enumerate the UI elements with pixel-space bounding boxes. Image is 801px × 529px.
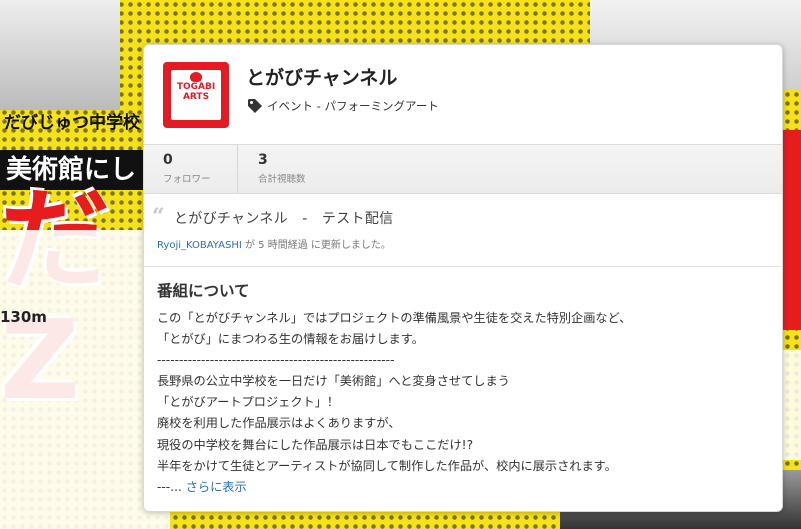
followers-stat[interactable]: 0 フォロワー <box>163 152 211 185</box>
about-description: この「とがびチャンネル」ではプロジェクトの準備風景や生徒を交えた特別企画など、 … <box>157 308 769 498</box>
latest-broadcast: “ とがびチャンネル - テスト配信 Ryoji_KOBAYASHI が 5 時… <box>144 194 782 267</box>
followers-label: フォロワー <box>163 174 211 185</box>
latest-broadcast-title[interactable]: とがびチャンネル - テスト配信 <box>174 208 393 228</box>
show-more-link[interactable]: さらに表示 <box>186 480 247 494</box>
truncation-ellipsis: ---... <box>157 479 186 494</box>
description-line: 「とがびアートプロジェクト」！ <box>157 395 340 410</box>
poster-photo-top-left <box>0 0 120 110</box>
latest-broadcast-meta: Ryoji_KOBAYASHI が 5 時間経過 に更新しました。 <box>157 236 391 251</box>
about-section: 番組について この「とがびチャンネル」ではプロジェクトの準備風景や生徒を交えた特… <box>144 267 782 511</box>
description-line: 「とがび」にまつわる生の情報をお届けします。 <box>157 332 424 347</box>
flame-icon <box>190 72 202 82</box>
total-views-stat: 3 合計視聴数 <box>258 152 306 185</box>
description-line: ----------------------------------------… <box>157 353 395 368</box>
description-line: この「とがびチャンネル」ではプロジェクトの準備風景や生徒を交えた特別企画など、 <box>157 311 632 325</box>
description-line: 廃校を利用した作品展示はよくありますが、 <box>157 416 401 431</box>
description-line: 現役の中学校を舞台にした作品展示は日本でもここだけ!? <box>157 437 474 452</box>
channel-header: TOGABI ARTS とがびチャンネル イベント - パフォーミングアート <box>144 45 782 144</box>
poster-meter: 130m <box>0 308 47 326</box>
stats-divider <box>237 145 238 193</box>
update-time-text: が 5 時間経過 に更新しました。 <box>241 240 391 251</box>
description-line: 半年をかけて生徒とアーティストが協同して制作した作品が、校内に展示されます。 <box>157 458 617 473</box>
logo-text: TOGABI ARTS <box>176 82 216 102</box>
channel-category[interactable]: イベント - パフォーミングアート <box>247 97 439 115</box>
tag-icon <box>248 99 262 113</box>
stats-bar: 0 フォロワー 3 合計視聴数 <box>144 144 782 194</box>
total-views-label: 合計視聴数 <box>258 174 306 185</box>
about-heading: 番組について <box>157 282 250 300</box>
quote-icon: “ <box>152 204 165 230</box>
category-label: イベント - パフォーミングアート <box>267 99 439 113</box>
author-link[interactable]: Ryoji_KOBAYASHI <box>157 240 242 251</box>
poster-subtitle: だびじゅつ中学校 <box>4 113 140 133</box>
channel-title[interactable]: とがびチャンネル <box>246 63 397 90</box>
followers-count: 0 <box>163 152 173 168</box>
channel-logo[interactable]: TOGABI ARTS <box>163 62 229 128</box>
more-line: ---... さらに表示 <box>157 477 769 498</box>
channel-card: TOGABI ARTS とがびチャンネル イベント - パフォーミングアート 0… <box>143 44 783 512</box>
description-line: 長野県の公立中学校を一日だけ「美術館」へと変身させてしまう <box>157 374 510 389</box>
total-views-count: 3 <box>258 152 268 168</box>
